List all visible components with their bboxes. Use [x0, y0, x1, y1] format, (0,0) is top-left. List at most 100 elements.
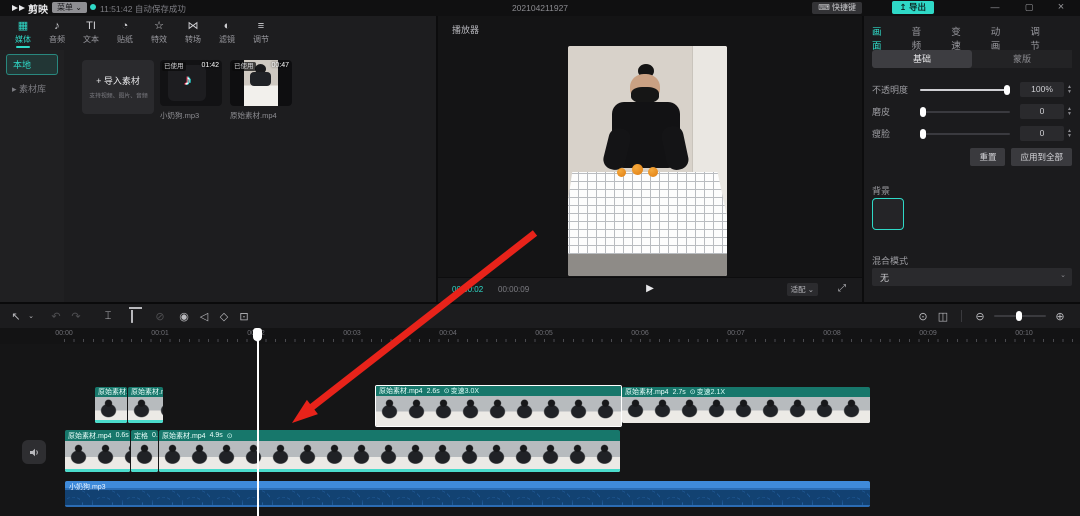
crop-icon[interactable]: ⊡: [234, 310, 254, 323]
timeline-ruler[interactable]: 00:00 00:01 00:02 00:03 00:04 00:05 00:0…: [0, 328, 1080, 344]
inspector-panel: 画面 音频 变速 动画 调节 基础 蒙版 不透明度 100% ▲▼ 磨皮 0 ▲…: [864, 16, 1080, 302]
reset-button[interactable]: 重置: [970, 148, 1005, 166]
timeline-zoom-slider[interactable]: [994, 315, 1046, 317]
tab-sticker[interactable]: ◔ 贴纸: [108, 20, 142, 48]
floor: [568, 254, 727, 276]
play-button[interactable]: ▶: [646, 283, 654, 294]
blend-mode-value: 无: [880, 271, 889, 284]
audio-clip-name: 小奶狗.mp3: [69, 482, 106, 492]
ruler-label: 00:03: [343, 330, 361, 337]
clip-name: 原始素材.m: [131, 387, 163, 397]
split-icon[interactable]: ⌶: [98, 310, 118, 323]
tab-transition[interactable]: ⋈ 转场: [176, 20, 210, 48]
sidebar-item-local[interactable]: 本地: [6, 54, 58, 75]
subtab-mask[interactable]: 蒙版: [972, 50, 1072, 68]
ruler-label: 00:07: [727, 330, 745, 337]
undo-icon[interactable]: ↶: [46, 310, 66, 323]
media-icon: ▦: [18, 20, 28, 33]
smooth-skin-value[interactable]: 0: [1020, 104, 1064, 119]
import-title: + 导入素材: [96, 74, 140, 87]
mirror-icon[interactable]: ◇: [214, 310, 234, 323]
export-button[interactable]: ↥ 导出: [892, 1, 935, 14]
smooth-skin-slider[interactable]: [920, 111, 1010, 113]
face-mask: [631, 87, 659, 103]
playhead-line[interactable]: [257, 330, 259, 516]
mute-clip-icon[interactable]: ⊘: [150, 310, 170, 323]
select-tool-caret-icon[interactable]: ⌄: [26, 312, 36, 320]
clip-name: 原始素材.mp4: [379, 386, 423, 396]
slider-label: 磨皮: [872, 105, 910, 118]
playhead-handle[interactable]: [253, 328, 262, 341]
freeze-frame-icon[interactable]: ◉: [174, 310, 194, 323]
sidebar-item-library[interactable]: ▸ 素材库: [6, 79, 58, 98]
used-badge: 已使用: [232, 62, 256, 71]
tab-audio[interactable]: ♪ 音频: [40, 20, 74, 48]
subtab-segmented: 基础 蒙版: [872, 50, 1072, 68]
ruler-label: 00:01: [151, 330, 169, 337]
media-item-audio[interactable]: ♪ 已使用 01:42 小奶狗.mp3: [160, 60, 222, 126]
opacity-slider[interactable]: [920, 89, 1010, 91]
duration-label: 01:42: [201, 62, 219, 69]
minimize-button[interactable]: —: [982, 2, 1008, 12]
select-tool-icon[interactable]: ↖: [6, 310, 26, 323]
slider-label: 瘦脸: [872, 127, 910, 140]
clip-duration: 0.6s: [116, 432, 129, 439]
tab-text[interactable]: TI 文本: [74, 20, 108, 48]
clip-duration: 2.6s: [427, 388, 440, 395]
close-button[interactable]: ×: [1048, 1, 1074, 13]
slim-face-slider[interactable]: [920, 133, 1010, 135]
main-clip-3[interactable]: 原始素材.mp4 4.9s ⊙: [159, 430, 620, 472]
zoom-out-icon[interactable]: ⊖: [970, 310, 990, 323]
maximize-button[interactable]: ▢: [1016, 2, 1042, 13]
overlay-clip-selected[interactable]: 原始素材.mp4 2.6s ⊙变速3.0X: [375, 385, 622, 427]
stepper-icon[interactable]: ▲▼: [1067, 107, 1072, 116]
zoom-slider-handle[interactable]: [1016, 311, 1022, 321]
main-clip-1[interactable]: 原始素材.mp4 0.6s: [65, 430, 130, 472]
duration-label: 00:47: [271, 62, 289, 69]
blend-mode-dropdown[interactable]: 无 ⌄: [872, 268, 1072, 286]
sidebar-item-label: 素材库: [19, 84, 46, 94]
opacity-value[interactable]: 100%: [1020, 82, 1064, 97]
background-swatch[interactable]: [872, 198, 904, 230]
reverse-icon[interactable]: ◁: [194, 310, 214, 323]
slider-label: 不透明度: [872, 83, 910, 96]
split-view-icon[interactable]: ◫: [933, 310, 953, 323]
stepper-icon[interactable]: ▲▼: [1067, 85, 1072, 94]
import-material-button[interactable]: + 导入素材 支持视频、图片、音频: [82, 60, 154, 114]
zoom-in-icon[interactable]: ⊕: [1050, 310, 1070, 323]
tab-media[interactable]: ▦ 媒体: [6, 20, 40, 48]
main-clip-freeze[interactable]: 定格 0.3s: [131, 430, 158, 472]
orange-2: [648, 167, 658, 177]
filter-icon: ◐: [224, 20, 231, 33]
stepper-icon[interactable]: ▲▼: [1067, 129, 1072, 138]
media-tab-row: ▦ 媒体 ♪ 音频 TI 文本 ◔ 贴纸 ☆ 特效 ⋈ 转场 ◐ 滤镜 ≡ 调节: [6, 20, 278, 48]
ruler-label: 00:05: [535, 330, 553, 337]
tab-label: 贴纸: [117, 34, 133, 45]
ruler-label: 00:04: [439, 330, 457, 337]
tab-adjust[interactable]: ≡ 调节: [244, 20, 278, 48]
overlay-clip-4[interactable]: 原始素材.mp4 2.7s ⊙变速2.1X: [622, 387, 870, 423]
ruler-label: 00:00: [55, 330, 73, 337]
tab-filter[interactable]: ◐ 滤镜: [210, 20, 244, 48]
subtab-basic[interactable]: 基础: [872, 50, 972, 68]
media-item-video[interactable]: 已使用 00:47 原始素材.mp4: [230, 60, 292, 126]
fit-dropdown[interactable]: 适配 ⌄: [787, 283, 818, 296]
snap-toggle-icon[interactable]: ⊙: [913, 310, 933, 323]
speed-icon: ⊙: [227, 432, 233, 440]
redo-icon[interactable]: ↷: [66, 310, 86, 323]
fullscreen-icon[interactable]: ⤢: [838, 283, 846, 294]
audio-clip[interactable]: 小奶狗.mp3: [65, 481, 870, 507]
overlay-clip-2[interactable]: 原始素材.m: [128, 387, 163, 423]
shortcuts-button[interactable]: ⌨ 快捷键: [812, 2, 862, 14]
slim-face-value[interactable]: 0: [1020, 126, 1064, 141]
opacity-row: 不透明度 100% ▲▼: [872, 82, 1072, 97]
chevron-down-icon: ⌄: [1060, 271, 1066, 279]
overlay-clip-1[interactable]: 原始素材.m: [95, 387, 127, 423]
track-mute-button[interactable]: [22, 440, 46, 464]
media-item-name: 原始素材.mp4: [230, 110, 277, 121]
inspector-actions: 重置 应用到全部: [970, 148, 1072, 166]
ruler-label: 00:09: [919, 330, 937, 337]
tab-effects[interactable]: ☆ 特效: [142, 20, 176, 48]
apply-all-button[interactable]: 应用到全部: [1011, 148, 1072, 166]
delete-icon[interactable]: [122, 310, 142, 322]
